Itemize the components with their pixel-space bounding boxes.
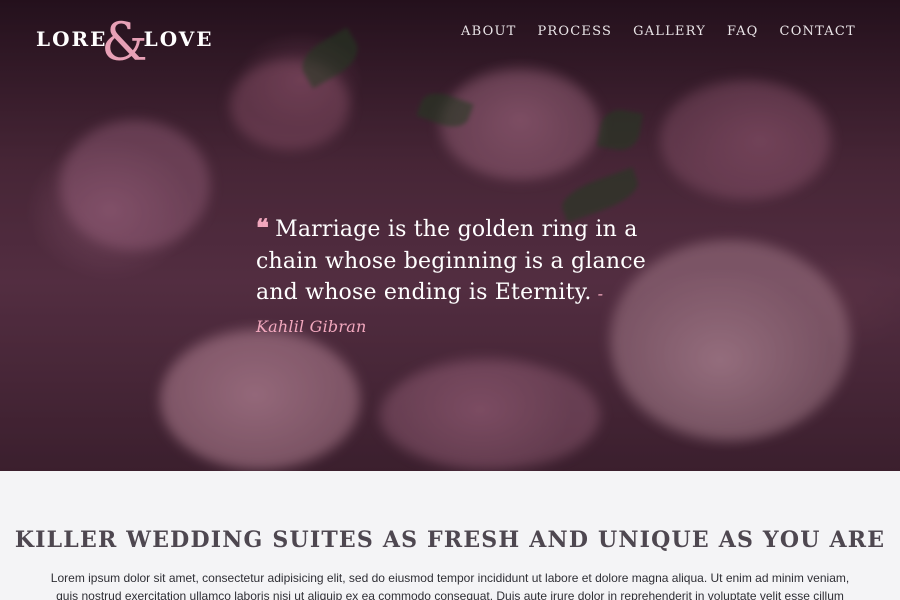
nav-faq[interactable]: FAQ — [727, 24, 759, 40]
hero-image: LORE & LOVE ABOUT PROCESS GALLERY FAQ CO… — [0, 0, 900, 471]
section-body: Lorem ipsum dolor sit amet, consectetur … — [50, 571, 850, 600]
logo-ampersand: & — [101, 13, 150, 73]
logo-text-love: LOVE — [143, 27, 214, 51]
nav-contact[interactable]: CONTACT — [780, 24, 856, 40]
main-nav: ABOUT PROCESS GALLERY FAQ CONTACT — [461, 24, 877, 40]
nav-process[interactable]: PROCESS — [537, 24, 612, 40]
quote-icon: ❝ — [256, 213, 270, 242]
logo-text-lore: LORE — [36, 27, 108, 51]
nav-about[interactable]: ABOUT — [461, 24, 516, 40]
logo[interactable]: LORE & LOVE — [36, 17, 214, 69]
nav-gallery[interactable]: GALLERY — [633, 24, 706, 40]
intro-section: KILLER WEDDING SUITES AS FRESH AND UNIQU… — [0, 471, 900, 600]
section-heading: KILLER WEDDING SUITES AS FRESH AND UNIQU… — [14, 527, 886, 553]
quote-text: Marriage is the golden ring in a chain w… — [256, 217, 646, 305]
hero-quote: ❝ Marriage is the golden ring in a chain … — [256, 212, 646, 342]
